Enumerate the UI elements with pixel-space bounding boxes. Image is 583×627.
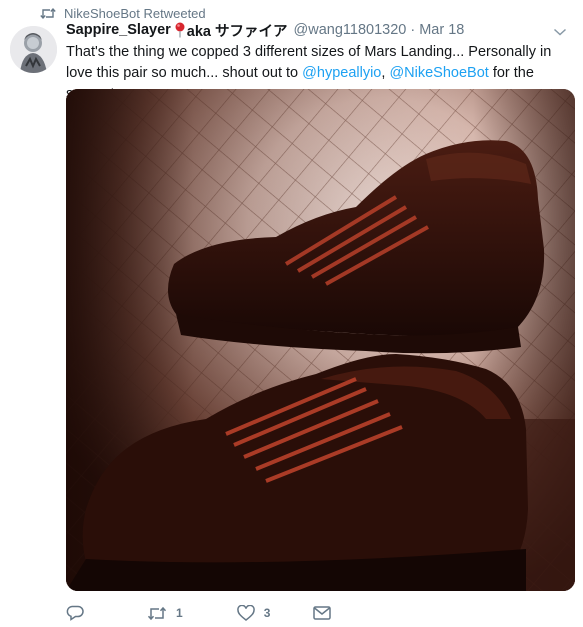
tweet-photo[interactable] [66,89,575,591]
author-name[interactable]: Sappire_Slayer [66,22,171,38]
timestamp[interactable]: Mar 18 [419,22,464,38]
reply-button[interactable] [66,605,84,621]
like-count: 3 [263,606,271,620]
tweet-header: Sappire_Slayer aka サファイア @wang11801320 ·… [66,20,553,40]
action-bar: 1 3 [66,603,332,623]
retweet-context-label: NikeShoeBot Retweeted [64,5,206,21]
retweet-button[interactable]: 1 [147,606,183,621]
chevron-down-icon[interactable] [553,24,567,36]
author-handle[interactable]: @wang11801320 [294,22,407,38]
retweet-icon [147,606,167,620]
reply-icon [66,605,84,621]
avatar[interactable] [10,26,57,73]
author-name-suffix[interactable]: aka サファイア [187,20,288,41]
mention-link[interactable]: @NikeShoeBot [389,65,488,81]
sneakers-photo-icon [66,89,575,591]
retweet-count: 1 [176,606,183,620]
dm-icon [313,606,332,620]
like-icon [236,605,255,621]
separator-dot: · [410,22,416,38]
like-button[interactable]: 3 [236,605,271,621]
pin-emoji-icon [174,22,186,38]
retweet-context-icon [40,6,56,20]
mention-link[interactable]: @hypeallyio [302,65,381,81]
direct-message-button[interactable] [313,606,332,620]
